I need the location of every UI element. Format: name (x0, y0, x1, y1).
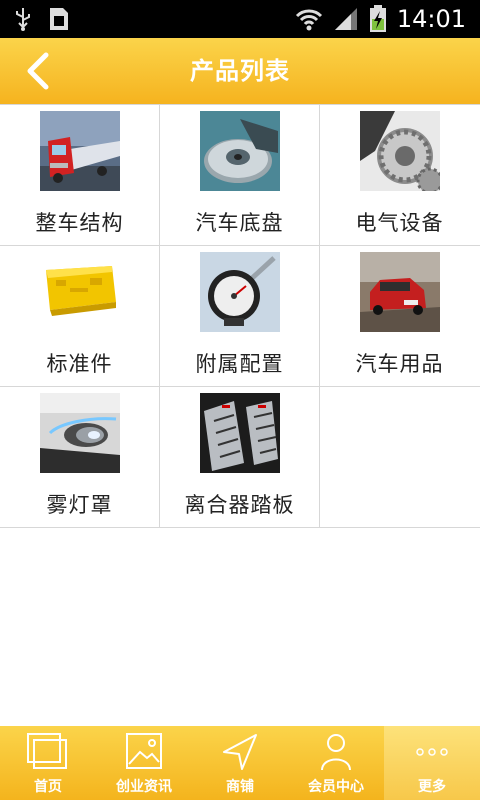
wifi-icon (295, 9, 322, 31)
product-item[interactable]: 雾灯罩 (0, 387, 160, 528)
pedals-photo (200, 393, 280, 473)
product-item[interactable]: 汽车底盘 (160, 105, 320, 246)
product-label: 标准件 (46, 352, 113, 376)
nav-member-label: 会员中心 (308, 779, 364, 795)
empty-cell (320, 387, 480, 528)
more-dots-icon (416, 748, 448, 756)
status-bar: 14:01 (0, 0, 480, 38)
back-arrow-icon (27, 52, 49, 90)
nav-shop[interactable]: 商铺 (192, 726, 288, 800)
signal-icon (334, 8, 357, 30)
truck-photo (40, 111, 120, 191)
page-title: 产品列表 (190, 57, 290, 85)
nav-member[interactable]: 会员中心 (288, 726, 384, 800)
usb-icon (16, 8, 30, 31)
product-item[interactable]: 电气设备 (320, 105, 480, 246)
home-icon (27, 733, 67, 769)
bottom-nav: 首页 创业资讯 商铺 会员中心 更多 (0, 726, 480, 800)
sim-icon (50, 8, 68, 30)
fog-lamp-photo (40, 393, 120, 473)
nav-news-label: 创业资讯 (116, 779, 172, 795)
red-car-photo (360, 252, 440, 332)
product-label: 汽车底盘 (195, 211, 284, 235)
nav-home[interactable]: 首页 (0, 726, 96, 800)
product-label: 汽车用品 (355, 352, 444, 376)
yellow-bracket-photo (40, 252, 120, 332)
app-header: 产品列表 (0, 38, 480, 106)
brake-disc-photo (200, 111, 280, 191)
navigation-arrow-icon (223, 734, 257, 770)
image-icon (126, 733, 162, 769)
tire-gauge-photo (200, 252, 280, 332)
product-item[interactable]: 汽车用品 (320, 246, 480, 387)
nav-more[interactable]: 更多 (384, 726, 480, 800)
back-button[interactable] (20, 50, 60, 92)
gears-photo (360, 111, 440, 191)
status-clock: 14:01 (396, 5, 466, 33)
product-label: 附属配置 (195, 352, 284, 376)
product-label: 雾灯罩 (46, 493, 113, 517)
nav-more-label: 更多 (418, 779, 446, 795)
battery-icon (369, 5, 386, 32)
product-label: 电气设备 (355, 211, 444, 235)
product-item[interactable]: 整车结构 (0, 105, 160, 246)
product-label: 离合器踏板 (184, 493, 295, 517)
product-item[interactable]: 离合器踏板 (160, 387, 320, 528)
product-grid: 整车结构 汽车底盘 电气设备 标准件 附属配置 汽车用品 雾灯罩 离合器踏板 (0, 104, 480, 528)
nav-home-label: 首页 (34, 779, 62, 795)
product-item[interactable]: 标准件 (0, 246, 160, 387)
user-icon (321, 734, 351, 771)
product-item[interactable]: 附属配置 (160, 246, 320, 387)
nav-shop-label: 商铺 (226, 779, 254, 795)
nav-news[interactable]: 创业资讯 (96, 726, 192, 800)
product-label: 整车结构 (35, 211, 124, 235)
